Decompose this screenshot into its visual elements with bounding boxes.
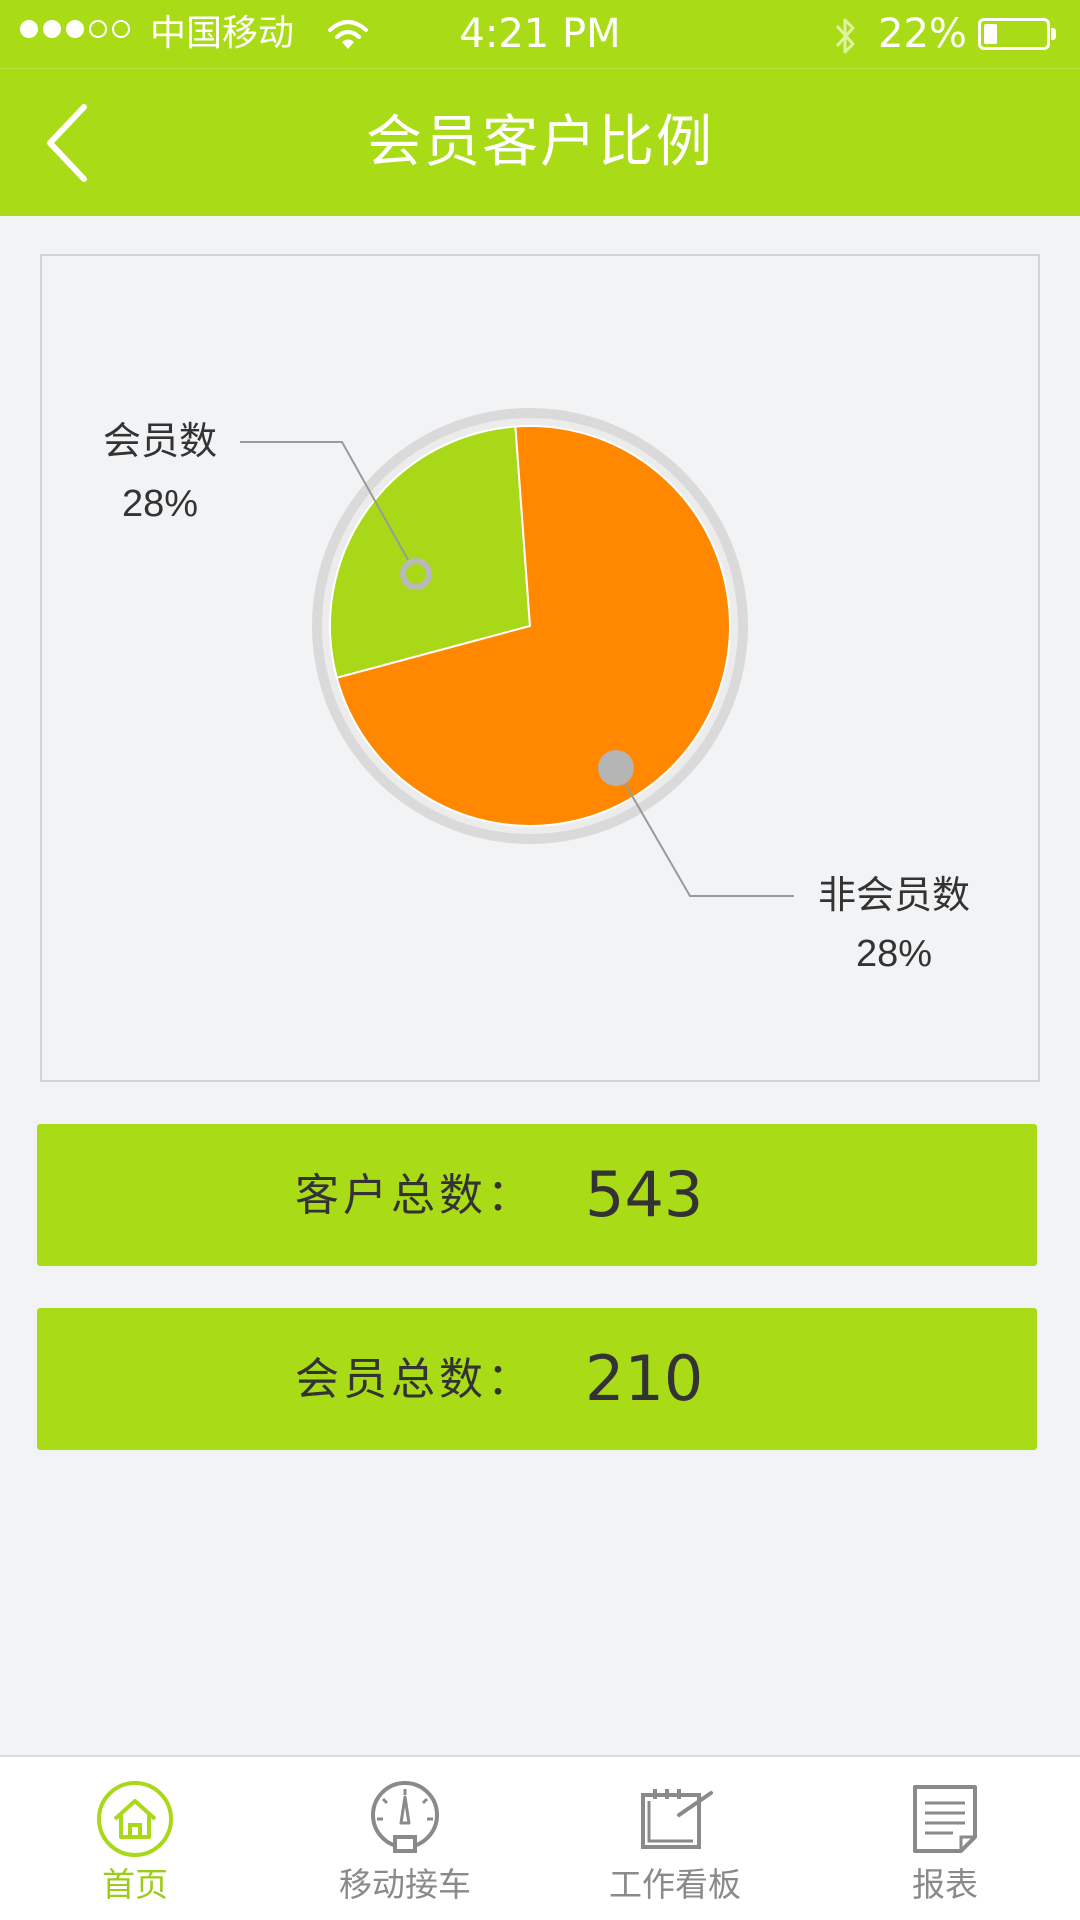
non-member-marker — [598, 750, 634, 786]
member-percent: 28% — [122, 483, 198, 525]
tab-work-board[interactable]: 工作看板 — [540, 1757, 810, 1920]
speedometer-icon — [371, 1781, 439, 1853]
bluetooth-icon — [835, 18, 855, 54]
battery-percentage: 22% — [878, 11, 967, 57]
total-customers-label: 客户总数： — [295, 1170, 535, 1221]
battery-icon — [978, 18, 1056, 50]
tab-home-label: 首页 — [102, 1865, 168, 1904]
total-members-label: 会员总数： — [295, 1354, 535, 1405]
report-icon — [913, 1785, 977, 1853]
pie-chart-panel: 会员数 28% 非会员数 28% — [40, 254, 1040, 1082]
status-bar: 中国移动 4:21 PM 22% — [0, 0, 1080, 68]
member-label: 会员数 — [103, 421, 217, 463]
pie-chart: 会员数 28% 非会员数 28% — [103, 408, 970, 975]
tab-reports-label: 报表 — [912, 1865, 978, 1904]
bottom-tab-bar: 首页 移动接车 工作看板 报表 — [0, 1755, 1080, 1920]
member-marker — [400, 558, 432, 590]
non-member-label: 非会员数 — [818, 875, 970, 917]
header-bar: 会员客户比例 — [0, 68, 1080, 216]
tab-work-board-label: 工作看板 — [609, 1865, 741, 1904]
non-member-percent: 28% — [856, 933, 932, 975]
total-customers-box: 客户总数： 543 — [37, 1124, 1037, 1266]
board-icon — [641, 1789, 713, 1849]
tab-home[interactable]: 首页 — [0, 1757, 270, 1920]
tab-mobile-checkin-label: 移动接车 — [339, 1865, 471, 1904]
tab-reports[interactable]: 报表 — [810, 1757, 1080, 1920]
total-members-value: 210 — [585, 1342, 704, 1415]
total-customers-value: 543 — [585, 1158, 704, 1231]
total-members-box: 会员总数： 210 — [37, 1308, 1037, 1450]
page-title: 会员客户比例 — [366, 110, 714, 175]
home-icon — [97, 1781, 173, 1857]
tab-mobile-checkin[interactable]: 移动接车 — [270, 1757, 540, 1920]
